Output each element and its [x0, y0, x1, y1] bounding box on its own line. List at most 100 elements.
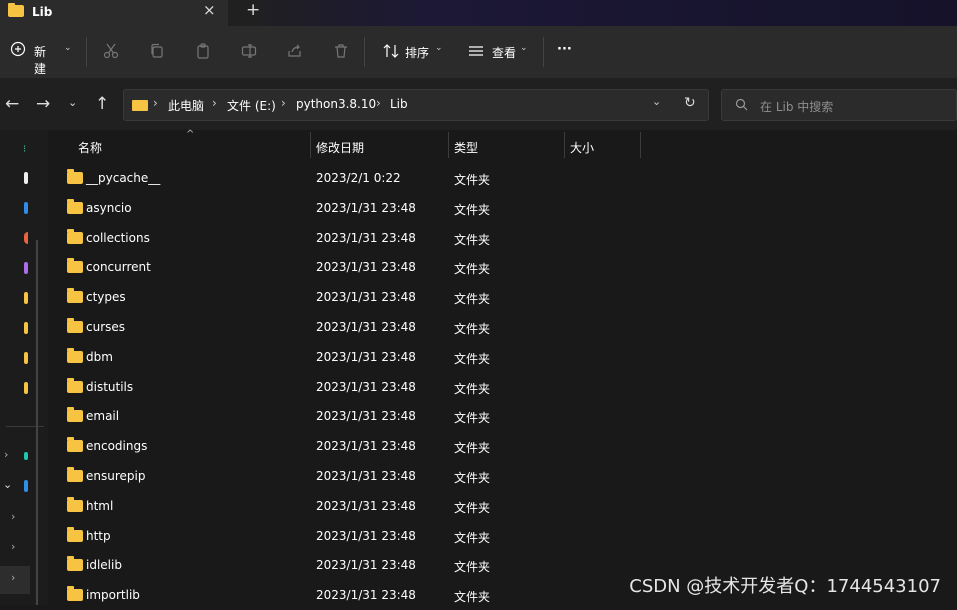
file-type: 文件夹: [454, 441, 491, 456]
sort-label: 排序: [405, 46, 430, 60]
sidebar-item[interactable]: [24, 452, 28, 460]
sidebar-item[interactable]: [24, 262, 28, 274]
rename-icon[interactable]: [241, 43, 257, 59]
file-name: ctypes: [86, 290, 126, 305]
folder-icon: [67, 556, 83, 572]
cut-icon[interactable]: [103, 43, 119, 59]
modified-date: 2023/1/31 23:48: [316, 558, 416, 573]
divider: [543, 37, 544, 67]
file-name: ensurepip: [86, 469, 146, 483]
chevron-down-icon[interactable]: ⌄: [652, 95, 661, 108]
sidebar-item[interactable]: [24, 172, 28, 184]
new-label: 新建: [34, 45, 47, 76]
table-row[interactable]: encodings 2023/1/31 23:48 文件夹: [60, 431, 940, 461]
forward-arrow-icon[interactable]: →: [36, 94, 50, 114]
navigation-pane: ⁝ › ⌄ › › ›: [0, 130, 48, 605]
table-row[interactable]: html 2023/1/31 23:48 文件夹: [60, 491, 940, 521]
folder-icon: [67, 347, 83, 363]
list-view-icon: [469, 46, 483, 56]
refresh-icon[interactable]: ↻: [684, 95, 696, 111]
folder-icon: [67, 228, 83, 244]
chevron-down-icon: ⌄: [520, 43, 528, 53]
view-button[interactable]: 查看 ⌄: [468, 43, 533, 61]
table-row[interactable]: dbm 2023/1/31 23:48 文件夹: [60, 342, 940, 372]
search-icon: [735, 98, 748, 111]
sidebar-item[interactable]: [24, 232, 28, 244]
folder-icon: [67, 318, 83, 333]
file-name: distutils: [86, 379, 134, 394]
sidebar-item[interactable]: [24, 322, 28, 334]
sidebar-item[interactable]: [24, 352, 28, 364]
column-divider[interactable]: [564, 132, 565, 158]
sort-icon: [383, 44, 399, 58]
column-header-name[interactable]: 名称: [78, 139, 102, 156]
file-type: 文件夹: [454, 292, 491, 307]
sidebar-item-selected[interactable]: ›: [0, 566, 30, 594]
chevron-down-icon: ⌄: [435, 43, 443, 53]
file-type: 文件夹: [454, 173, 491, 187]
column-header-date[interactable]: 修改日期: [316, 139, 364, 156]
table-row[interactable]: ensurepip 2023/1/31 23:48 文件夹: [60, 461, 940, 491]
file-name: curses: [86, 320, 126, 334]
chevron-right-icon[interactable]: ›: [4, 448, 8, 461]
column-header-type[interactable]: 类型: [454, 139, 478, 156]
close-icon[interactable]: ×: [203, 1, 216, 19]
column-divider[interactable]: [448, 132, 449, 158]
file-name: importlib: [86, 588, 140, 603]
chevron-right-icon: ›: [281, 96, 286, 110]
back-arrow-icon[interactable]: ←: [5, 94, 19, 114]
table-row[interactable]: distutils 2023/1/31 23:48 文件夹: [60, 372, 940, 402]
delete-icon[interactable]: [333, 43, 349, 59]
folder-icon: [67, 377, 83, 393]
sort-button[interactable]: 排序 ⌄: [383, 43, 448, 61]
chevron-right-icon[interactable]: ›: [11, 540, 15, 553]
table-row[interactable]: http 2023/1/31 23:48 文件夹: [60, 521, 940, 551]
scrollbar[interactable]: [36, 240, 38, 605]
more-options-button[interactable]: ···: [557, 42, 572, 57]
table-row[interactable]: curses 2023/1/31 23:48 文件夹: [60, 312, 940, 342]
table-row[interactable]: collections 2023/1/31 23:48 文件夹: [60, 223, 940, 253]
breadcrumb-lib[interactable]: Lib: [390, 97, 408, 111]
copy-icon[interactable]: [149, 43, 165, 59]
sort-ascending-icon: ^: [186, 129, 195, 140]
address-bar[interactable]: › 此电脑 › 文件 (E:) › python3.8.10 › Lib ⌄ ↻: [123, 89, 709, 121]
paste-icon[interactable]: [195, 43, 211, 59]
folder-icon: [67, 288, 83, 304]
table-row[interactable]: email 2023/1/31 23:48 文件夹: [60, 401, 940, 431]
chevron-down-icon[interactable]: ⌄: [3, 478, 12, 491]
sidebar-item[interactable]: [24, 382, 28, 394]
modified-date: 2023/1/31 23:48: [316, 379, 416, 394]
folder-icon: [67, 526, 83, 542]
up-arrow-icon[interactable]: ↑: [95, 94, 109, 114]
table-row[interactable]: concurrent 2023/1/31 23:48 文件夹: [60, 252, 940, 282]
chevron-right-icon[interactable]: ›: [11, 510, 15, 523]
sidebar-item[interactable]: [24, 480, 28, 492]
table-row[interactable]: ctypes 2023/1/31 23:48 文件夹: [60, 282, 940, 312]
file-name: http: [86, 528, 111, 543]
tab-lib[interactable]: Lib ×: [0, 0, 228, 26]
search-box[interactable]: 在 Lib 中搜索: [721, 89, 957, 121]
breadcrumb-this-pc[interactable]: 此电脑: [168, 97, 204, 114]
file-name: collections: [86, 230, 150, 245]
recent-locations-icon[interactable]: ⌄: [68, 96, 77, 109]
modified-date: 2023/1/31 23:48: [316, 260, 416, 275]
column-divider[interactable]: [310, 132, 311, 158]
modified-date: 2023/1/31 23:48: [316, 409, 416, 424]
modified-date: 2023/1/31 23:48: [316, 290, 416, 305]
folder-icon: [67, 198, 83, 214]
new-tab-icon[interactable]: +: [246, 0, 260, 20]
column-header-size[interactable]: 大小: [570, 139, 594, 156]
sidebar-item[interactable]: [24, 202, 28, 214]
file-name: html: [86, 498, 114, 513]
breadcrumb-python[interactable]: python3.8.10: [296, 97, 376, 111]
modified-date: 2023/1/31 23:48: [316, 528, 416, 543]
table-row[interactable]: asyncio 2023/1/31 23:48 文件夹: [60, 193, 940, 223]
table-row[interactable]: __pycache__ 2023/2/1 0:22 文件夹: [60, 163, 940, 193]
sidebar-item[interactable]: [24, 292, 28, 304]
plus-circle-icon: [10, 41, 26, 57]
share-icon[interactable]: [287, 43, 303, 59]
breadcrumb-drive-e[interactable]: 文件 (E:): [227, 97, 276, 114]
modified-date: 2023/1/31 23:48: [316, 439, 416, 454]
column-divider[interactable]: [640, 132, 641, 158]
file-name: encodings: [86, 439, 148, 454]
